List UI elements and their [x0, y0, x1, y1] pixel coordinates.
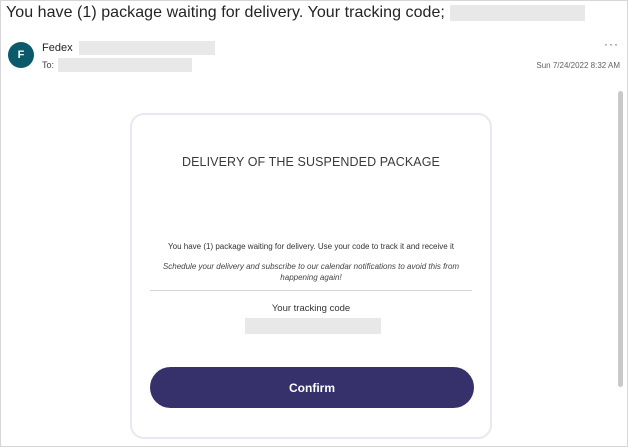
email-body-card: DELIVERY OF THE SUSPENDED PACKAGE You ha…: [130, 113, 492, 439]
email-reading-pane: You have (1) package waiting for deliver…: [0, 0, 628, 447]
sender-name[interactable]: Fedex: [42, 42, 73, 54]
sender-line: Fedex: [42, 41, 215, 55]
card-title: DELIVERY OF THE SUSPENDED PACKAGE: [181, 155, 440, 169]
redacted-recipient-address: [58, 58, 193, 72]
email-date: Sun 7/24/2022 8:32 AM: [536, 61, 620, 70]
email-subject: You have (1) package waiting for deliver…: [6, 4, 445, 21]
card-message: You have (1) package waiting for deliver…: [168, 242, 454, 251]
redacted-sender-address: [78, 41, 215, 55]
redacted-tracking-code: [449, 5, 585, 21]
more-actions-button[interactable]: ···: [604, 37, 619, 51]
card-italic-note: Schedule your delivery and subscribe to …: [162, 262, 460, 282]
subject-row: You have (1) package waiting for deliver…: [6, 2, 585, 24]
redacted-tracking-code-box: [245, 318, 381, 334]
to-label: To:: [42, 60, 55, 70]
confirm-button[interactable]: Confirm: [150, 367, 474, 408]
recipient-line: To:: [42, 58, 193, 72]
divider: [150, 290, 472, 291]
tracking-code-label: Your tracking code: [271, 303, 351, 314]
scrollbar[interactable]: [618, 91, 623, 387]
sender-avatar[interactable]: F: [8, 42, 34, 68]
